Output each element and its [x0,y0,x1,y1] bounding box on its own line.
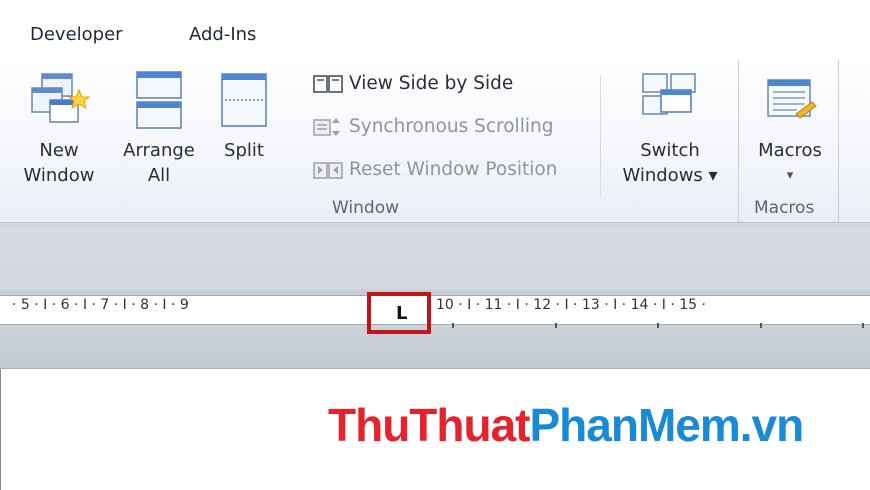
view-side-by-side-icon [313,75,343,93]
switch-windows-icon [642,73,696,115]
synchronous-scrolling-icon [313,118,340,136]
reset-window-position-label: Reset Window Position [349,159,558,180]
new-window-button[interactable]: New Window [14,70,104,188]
macros-button[interactable]: Macros ▾ [746,70,834,188]
split-button[interactable]: Split [212,70,276,163]
ruler-scale-left: · 5 · I · 6 · I · 7 · I · 8 · I · 9 [12,297,189,313]
tab-add-ins[interactable]: Add-Ins [189,24,256,45]
view-side-by-side-button[interactable]: View Side by Side [313,73,513,95]
arrange-all-label-line1: Arrange [123,140,195,161]
ruler-scale-right: 10 · I · 11 · I · 12 · I · 13 · I · 14 ·… [436,297,706,313]
macros-icon [767,79,817,119]
ruler-tick [760,323,762,328]
group-label-window: Window [332,198,400,218]
toolbar-band [0,228,870,290]
new-window-icon [31,73,90,123]
macros-label: Macros [758,140,822,161]
new-window-label-line1: New [39,140,79,161]
ruler-tick [657,323,659,328]
arrange-all-icon [136,71,182,129]
ruler-tick [862,323,864,328]
split-icon [221,73,267,127]
separator [600,75,601,195]
group-separator [738,60,739,222]
synchronous-scrolling-button[interactable]: Synchronous Scrolling [313,116,553,138]
ruler-tick [452,323,454,328]
tab-developer[interactable]: Developer [30,24,123,45]
group-label-macros: Macros [754,198,815,218]
watermark-logo: ThuThuatPhanMem.vn [328,398,805,452]
synchronous-scrolling-label: Synchronous Scrolling [349,116,554,137]
group-separator [838,60,839,222]
chevron-down-icon: ▾ [786,168,794,183]
logo-text-part2: PhanMem.vn [529,399,805,451]
view-side-by-side-label: View Side by Side [349,73,514,94]
switch-windows-button[interactable]: Switch Windows ▾ [608,70,732,188]
reset-window-position-icon [313,162,343,179]
ruler-tick [555,323,557,328]
arrange-all-button[interactable]: Arrange All [116,70,202,188]
reset-window-position-button[interactable]: Reset Window Position [313,159,557,181]
ribbon-tab-bar: Developer Add-Ins [0,0,870,58]
new-window-label-line2: Window [23,165,95,186]
arrange-all-label-line2: All [147,165,171,186]
split-label: Split [224,140,264,161]
switch-windows-label-line1: Switch [640,140,700,161]
logo-text-part1: ThuThuat [328,399,530,451]
switch-windows-label-line2: Windows ▾ [622,165,718,186]
highlight-box [367,292,431,334]
